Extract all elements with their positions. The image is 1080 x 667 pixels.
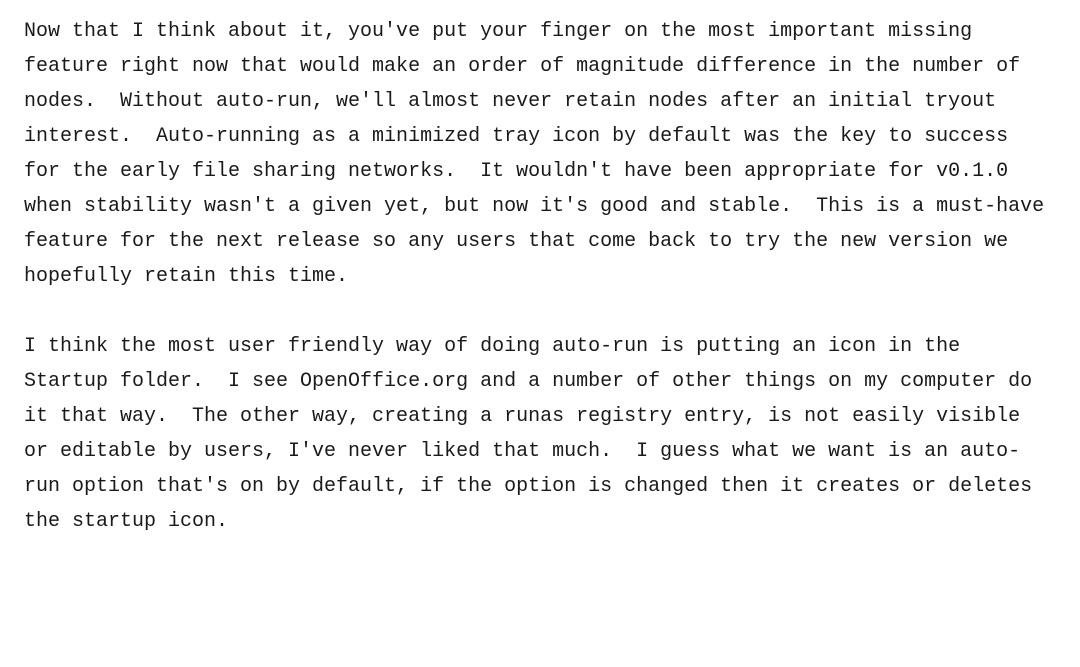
- paragraph-spacer: [24, 294, 1056, 329]
- paragraph-2: I think the most user friendly way of do…: [24, 329, 1056, 539]
- paragraph-1: Now that I think about it, you've put yo…: [24, 14, 1056, 294]
